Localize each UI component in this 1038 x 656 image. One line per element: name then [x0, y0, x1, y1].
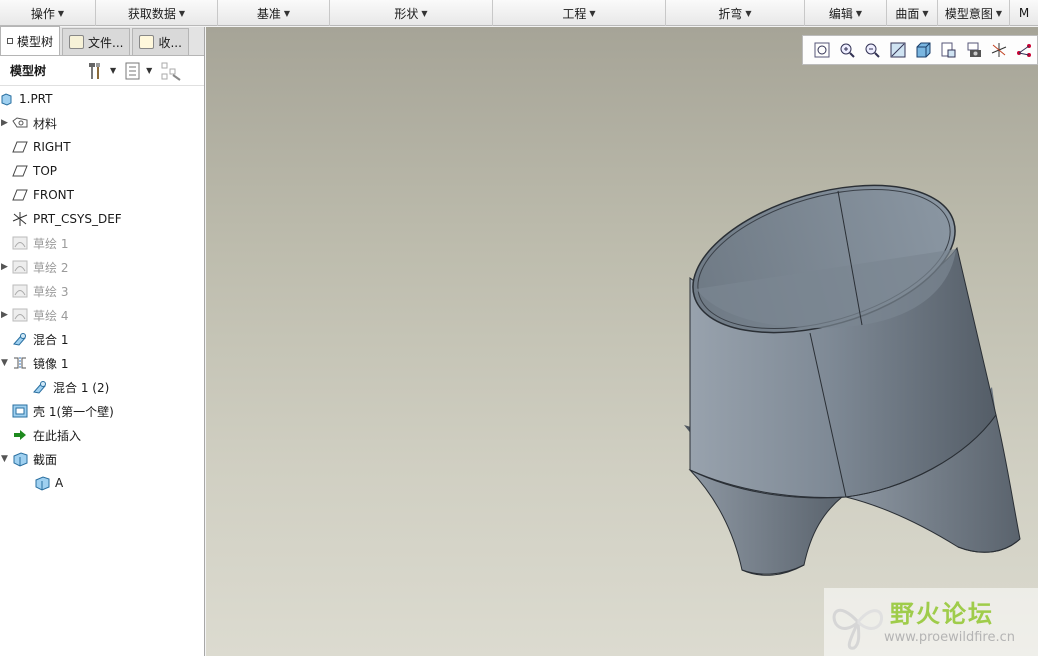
tree-item-sketch-1[interactable]: 草绘 1: [0, 231, 204, 255]
model-tree: 1.PRT ▶ 材料 RIGHT TOP FRONT PRT_CSYS_DEF: [0, 87, 204, 495]
tree-item-blend-1[interactable]: 混合 1: [0, 327, 204, 351]
tree-item-csys[interactable]: PRT_CSYS_DEF: [0, 207, 204, 231]
ribbon-group-engineering[interactable]: 工程 ▼: [493, 0, 666, 26]
folder-icon: [69, 35, 85, 49]
chevron-down-icon: ▼: [178, 8, 186, 18]
sketch-icon: [12, 284, 28, 298]
chevron-down-icon: ▼: [283, 8, 291, 18]
tab-favorites[interactable]: 收...: [132, 28, 189, 55]
model-3d-view[interactable]: [206, 27, 1038, 656]
tree-item-shell-1[interactable]: 壳 1(第一个壁): [0, 399, 204, 423]
expand-arrow-icon[interactable]: ▶: [1, 262, 9, 272]
chevron-down-icon: ▼: [922, 8, 929, 18]
insert-here-icon: [12, 428, 28, 442]
ribbon-group-surfaces[interactable]: 曲面 ▼: [887, 0, 938, 26]
favorites-icon: [139, 35, 155, 49]
settings-button[interactable]: ▼: [86, 61, 116, 81]
tree-item-front-plane[interactable]: FRONT: [0, 183, 204, 207]
ribbon-group-model-intent[interactable]: 模型意图 ▼: [938, 0, 1010, 26]
tree-item-blend-1-copy[interactable]: 混合 1 (2): [0, 375, 204, 399]
model-tree-icon: [7, 38, 13, 44]
chevron-down-icon: ▼: [995, 8, 1003, 18]
watermark-url: www.proewildfire.cn: [884, 630, 1015, 645]
navigator-panel: 模型树 文件... 收... 模型树 ▼ ▼ 1.PRT ▶ 材料 RIGHT …: [0, 26, 205, 656]
ribbon-group-more[interactable]: M: [1010, 0, 1038, 26]
mirror-icon: [12, 356, 28, 370]
datum-plane-icon: [12, 164, 28, 178]
sketch-icon: [12, 260, 28, 274]
ribbon-group-operations[interactable]: 操作 ▼: [0, 0, 96, 26]
blend-icon: [12, 332, 28, 346]
tree-item-part[interactable]: 1.PRT: [0, 87, 204, 111]
tree-item-material[interactable]: ▶ 材料: [0, 111, 204, 135]
filter-button[interactable]: [160, 61, 182, 81]
tab-model-tree[interactable]: 模型树: [0, 26, 61, 55]
datum-plane-icon: [12, 188, 28, 202]
tree-item-sketch-3[interactable]: 草绘 3: [0, 279, 204, 303]
show-button[interactable]: ▼: [124, 62, 152, 80]
coordinate-system-icon: [12, 212, 28, 226]
tree-item-insert-here[interactable]: 在此插入: [0, 423, 204, 447]
sketch-icon: [12, 308, 28, 322]
command-ribbon: 操作 ▼ 获取数据 ▼ 基准 ▼ 形状 ▼ 工程 ▼ 折弯 ▼ 编辑 ▼ 曲面 ▼ 模型意图 ▼ …: [0, 0, 1038, 26]
navigator-tabs: 模型树 文件... 收...: [0, 26, 204, 56]
chevron-down-icon: ▼: [745, 8, 752, 18]
panel-title: 模型树: [10, 64, 47, 78]
blend-icon: [32, 380, 48, 394]
material-icon: [12, 116, 28, 130]
ribbon-group-datum[interactable]: 基准 ▼: [218, 0, 330, 26]
chevron-down-icon: ▼: [589, 8, 596, 18]
expand-arrow-icon[interactable]: ▶: [1, 118, 9, 128]
section-icon: [12, 452, 28, 467]
ribbon-group-get-data[interactable]: 获取数据 ▼: [96, 0, 218, 26]
watermark-title: 野火论坛: [890, 600, 994, 628]
tree-item-right-plane[interactable]: RIGHT: [0, 135, 204, 159]
expand-arrow-icon[interactable]: ▶: [1, 310, 9, 320]
chevron-down-icon: ▼: [146, 66, 153, 75]
chevron-down-icon: ▼: [110, 66, 117, 75]
ribbon-group-bend[interactable]: 折弯 ▼: [666, 0, 805, 26]
chevron-down-icon: ▼: [57, 8, 65, 18]
chevron-down-icon: ▼: [855, 8, 863, 18]
sketch-icon: [12, 236, 28, 250]
tree-item-sketch-4[interactable]: ▶ 草绘 4: [0, 303, 204, 327]
watermark: 野火论坛 www.proewildfire.cn: [824, 588, 1038, 656]
model-tree-toolbar: 模型树 ▼ ▼: [0, 56, 204, 86]
tree-item-sketch-2[interactable]: ▶ 草绘 2: [0, 255, 204, 279]
collapse-arrow-icon[interactable]: ▼: [1, 358, 9, 368]
ribbon-group-edit[interactable]: 编辑 ▼: [805, 0, 887, 26]
tools-icon: [89, 62, 100, 79]
datum-plane-icon: [12, 140, 28, 154]
ribbon-group-shapes[interactable]: 形状 ▼: [330, 0, 493, 26]
tab-folder-browser[interactable]: 文件...: [62, 28, 131, 55]
part-icon: [0, 92, 14, 106]
collapse-arrow-icon[interactable]: ▼: [1, 454, 9, 464]
butterfly-logo-icon: [832, 608, 883, 650]
section-icon: [34, 476, 50, 491]
chevron-down-icon: ▼: [421, 8, 428, 18]
graphics-window[interactable]: 野火论坛 www.proewildfire.cn: [206, 27, 1038, 656]
tree-item-sections[interactable]: ▼ 截面: [0, 447, 204, 471]
tree-item-top-plane[interactable]: TOP: [0, 159, 204, 183]
list-icon: [125, 62, 140, 79]
tree-item-section-a[interactable]: A: [0, 471, 204, 495]
tree-item-mirror-1[interactable]: ▼ 镜像 1: [0, 351, 204, 375]
tree-filter-icon: [161, 62, 181, 81]
shell-icon: [12, 404, 28, 418]
